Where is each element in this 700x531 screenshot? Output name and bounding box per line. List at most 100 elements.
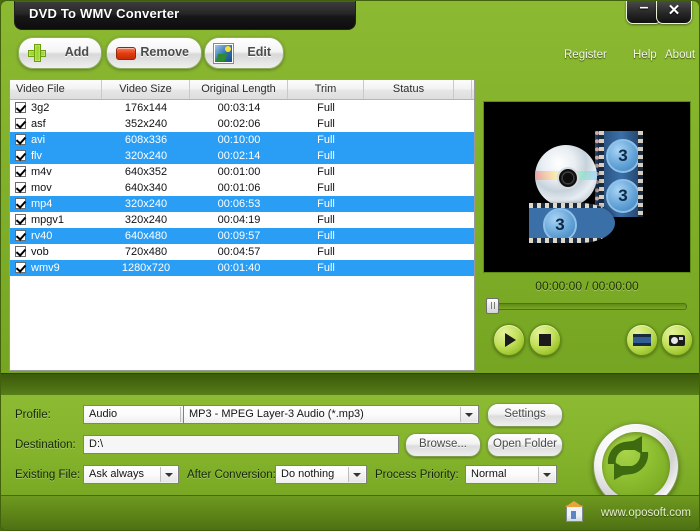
video-size-cell: 320x240 [124,198,168,210]
close-icon: ✕ [667,2,681,19]
table-row[interactable]: wmv9 1280x720 00:01:40 Full [10,260,474,276]
open-folder-button[interactable]: Open Folder [487,433,563,457]
play-button[interactable] [493,324,525,356]
video-size-cell: 320x240 [124,150,168,162]
chevron-down-icon[interactable] [460,407,477,422]
menu-help[interactable]: Help [633,49,657,61]
row-checkbox[interactable] [15,150,26,161]
table-row[interactable]: vob 720x480 00:04:57 Full [10,244,474,260]
stop-button[interactable] [529,324,561,356]
status-cell [364,244,454,260]
process-priority-select[interactable]: Normal [465,465,557,484]
browse-button[interactable]: Browse... [405,433,481,457]
status-cell [364,180,454,196]
table-row[interactable]: m4v 640x352 00:01:00 Full [10,164,474,180]
table-row[interactable]: mp4 320x240 00:06:53 Full [10,196,474,212]
file-name-cell: m4v [31,166,52,178]
video-size-cell: 320x240 [124,214,168,226]
row-checkbox[interactable] [15,118,26,129]
menu-about[interactable]: About [665,49,695,61]
column-header-label: Original Length [201,83,276,95]
minus-icon [116,44,136,62]
film-frame-number-front: 3 [543,208,577,242]
table-row[interactable]: asf 352x240 00:02:06 Full [10,116,474,132]
column-header-label: Status [392,83,425,95]
video-size-cell: 640x340 [124,182,168,194]
table-row[interactable]: mov 640x340 00:01:06 Full [10,180,474,196]
plus-icon [28,44,46,62]
chevron-down-icon[interactable] [538,467,555,482]
row-checkbox[interactable] [15,198,26,209]
settings-button[interactable]: Settings [487,403,563,427]
profile-format-select[interactable]: MP3 - MPEG Layer-3 Audio (*.mp3) [183,405,479,424]
after-conversion-select[interactable]: Do nothing [275,465,367,484]
video-size-cell: 720x480 [124,246,168,258]
row-checkbox[interactable] [15,262,26,273]
original-length-cell: 00:02:14 [217,150,261,162]
table-row[interactable]: mpgv1 320x240 00:04:19 Full [10,212,474,228]
chevron-down-icon[interactable] [160,467,177,482]
edit-button[interactable]: Edit [204,37,284,69]
profile-category-select[interactable]: Audio [83,405,199,424]
table-row[interactable]: avi 608x336 00:10:00 Full [10,132,474,148]
table-row[interactable]: 3g2 176x144 00:03:14 Full [10,100,474,116]
row-checkbox[interactable] [15,230,26,241]
preview-screen[interactable]: 3 3 3 [483,101,691,273]
snapshot-button[interactable] [661,324,693,356]
add-button[interactable]: Add [18,37,102,69]
original-length-cell: 00:09:57 [217,230,261,242]
column-header-video-file[interactable]: Video File [10,80,102,99]
process-priority-label: Process Priority: [375,469,459,481]
column-header-video-size[interactable]: Video Size [102,80,190,99]
chevron-down-icon[interactable] [348,467,365,482]
status-cell [364,100,454,116]
column-header-trim[interactable]: Trim [288,80,364,99]
file-name-cell: avi [31,134,46,146]
profile-label: Profile: [15,409,51,421]
process-priority-value: Normal [471,468,507,480]
row-checkbox[interactable] [15,182,26,193]
close-button[interactable]: ✕ [656,1,692,24]
original-length-cell: 00:01:40 [217,262,261,274]
file-name-cell: wmv9 [31,262,60,274]
table-row[interactable]: rv40 640x480 00:09:57 Full [10,228,474,244]
row-checkbox[interactable] [15,214,26,225]
menu-register[interactable]: Register [564,49,607,61]
edit-button-label: Edit [247,45,271,59]
file-name-cell: mov [31,182,52,194]
toolbar: Add Remove Edit Register Help About [1,31,699,76]
video-size-cell: 640x352 [124,166,168,178]
video-size-cell: 608x336 [124,134,168,146]
trim-cell: Full [317,118,335,130]
title-plate: DVD To WMV Converter [14,1,356,30]
original-length-cell: 00:02:06 [217,118,261,130]
row-checkbox[interactable] [15,102,26,113]
title-bar: DVD To WMV Converter – ✕ [1,1,699,31]
remove-button[interactable]: Remove [106,37,202,69]
snapshot-series-button[interactable] [626,324,658,356]
file-list-body[interactable]: 3g2 176x144 00:03:14 Full asf 352x240 00:02:06… [10,100,474,369]
trim-cell: Full [317,102,335,114]
column-header-status[interactable]: Status [364,80,454,99]
row-checkbox[interactable] [15,134,26,145]
convert-refresh-icon [607,436,649,480]
column-header-original-length[interactable]: Original Length [190,80,288,99]
video-size-cell: 640x480 [124,230,168,242]
website-link[interactable]: www.oposoft.com [601,507,691,519]
play-icon [505,333,516,347]
home-icon [565,501,583,522]
video-size-cell: 1280x720 [121,262,171,274]
seek-bar-thumb[interactable] [486,298,499,314]
file-name-cell: flv [31,150,42,162]
dvd-disc-icon [535,145,597,207]
existing-file-select[interactable]: Ask always [83,465,179,484]
original-length-cell: 00:03:14 [217,102,261,114]
after-conversion-value: Do nothing [281,468,335,480]
destination-input[interactable]: D:\ [83,435,399,454]
existing-file-value: Ask always [89,468,145,480]
row-checkbox[interactable] [15,246,26,257]
table-row[interactable]: flv 320x240 00:02:14 Full [10,148,474,164]
profile-format-value: MP3 - MPEG Layer-3 Audio (*.mp3) [189,408,364,420]
seek-bar-track[interactable] [487,303,687,310]
row-checkbox[interactable] [15,166,26,177]
